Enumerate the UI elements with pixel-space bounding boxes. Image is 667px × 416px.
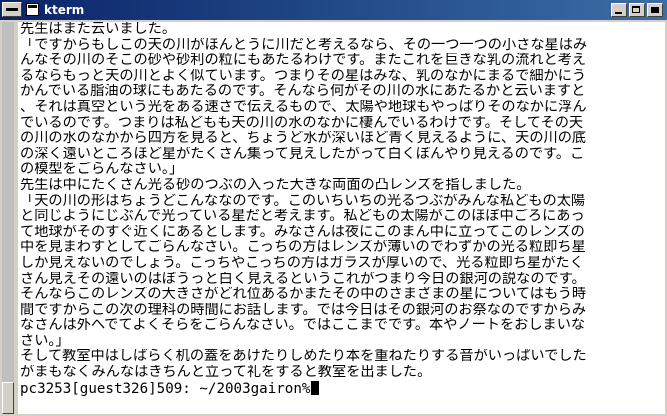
vertical-scrollbar[interactable] (2, 22, 14, 414)
prompt-line[interactable]: pc3253[guest326]509: ~/2003gairon% (20, 380, 663, 397)
terminal-line: るならもっと天の川とよく似ています。つまりその星はみな、乳のなかにまるで細かにう (20, 68, 587, 84)
terminal-line: しか見えないのでしょう。こっちやこっちの方はガラスが厚いので、光る粒即ち星がたく (20, 255, 584, 271)
terminal-line: なさんは外へでてよくそらをごらんなさい。ではここまでです。本やノートをおしまいな (20, 318, 586, 334)
maximize-button[interactable] (629, 3, 645, 17)
terminal-line: でいるのです。つまりは私どもも天の川の水のなかに棲んでいるわけです。そしてその天 (20, 115, 584, 131)
terminal-line: 間ですからこの次の理科の時間にお話します。では今日はその銀河のお祭なのですからみ (20, 302, 587, 318)
terminal-line: と同じようにじぶんで光っている星だと考えます。私どもの太陽がこのほぼ中ごろにあっ (20, 209, 585, 225)
terminal-line: んなその川のそこの砂や砂利の粒にもあたるわけです。またこれを巨きな乳の流れと考え (20, 53, 587, 69)
terminal-line: 、それは真空という光をある速さで伝えるもので、太陽や地球もやっぱりそのなかに浮ん (20, 99, 587, 115)
terminal-line: そして教室中はしばらく机の蓋をあけたりしめたり本を重ねたりする音がいっぱいでした (20, 349, 587, 365)
terminal-line: さん見えその遠いのはぼうっと白く見えるというこれがつまり今日の銀河の説なのです。 (20, 271, 586, 287)
terminal-line: 先生はまた云いました。 (20, 22, 177, 37)
terminal-line: そんならこのレンズの大きさがどれ位あるかまたその中のさまざまの星についてはもう時 (20, 287, 587, 303)
terminal-line: かんでいる脂油の球にもあたるのです。そんなら何がその川の水にあたるかと云いますと (20, 84, 586, 100)
kterm-window: kterm 先生はまた云いました。 「ですからもしこの天の川がほんとうに川だと考… (0, 0, 667, 416)
terminal-icon (26, 3, 39, 16)
terminal-line: の模型をごらんなさい。」 (20, 162, 184, 178)
terminal-line: 「ですからもしこの天の川がほんとうに川だと考えるなら、その一つ一つの小さな星はみ (20, 37, 588, 53)
terminal-line: 「天の川の形はちょうどこんななのです。このいちいちの光るつぶがみんな私どもの太陽 (20, 193, 586, 209)
window-menu-button[interactable] (2, 2, 22, 17)
text-cursor (311, 380, 320, 395)
terminal-output[interactable]: 先生はまた云いました。 「ですからもしこの天の川がほんとうに川だと考えるなら、そ… (18, 22, 665, 414)
close-button[interactable] (647, 3, 663, 17)
window-menu-icon (6, 8, 18, 11)
terminal-line: 中を見まわすとしてごらんなさい。こっちの方はレンズが薄いのでわずかの光る粒即ち星 (20, 240, 586, 256)
title-bar[interactable]: kterm (0, 0, 667, 20)
minimize-button[interactable] (611, 3, 627, 17)
terminal-line: て地球がそのすぐ近くにあるとします。みなさんは夜にこのまん中に立ってこのレンズの (20, 224, 585, 240)
shell-prompt: pc3253[guest326]509: ~/2003gairon% (20, 380, 311, 397)
window-title: kterm (44, 3, 85, 17)
terminal-line: さい。」 (20, 333, 70, 349)
terminal-line: の深く遠いところほど星がたくさん集って見えしたがって白くぼんやり見えるのです。こ (20, 146, 585, 162)
terminal-line: がまもなくみんなはきちんと立って礼をすると教室を出ました。 (20, 365, 432, 381)
terminal-line: の川の水のなかから四方を見ると、ちょうど水が深いほど青く見えるように、天の川の底 (20, 131, 587, 147)
scrollbar-thumb[interactable] (2, 382, 14, 414)
terminal-line: 先生は中にたくさん光る砂のつぶの入った大きな両面の凸レンズを指しました。 (20, 177, 531, 193)
